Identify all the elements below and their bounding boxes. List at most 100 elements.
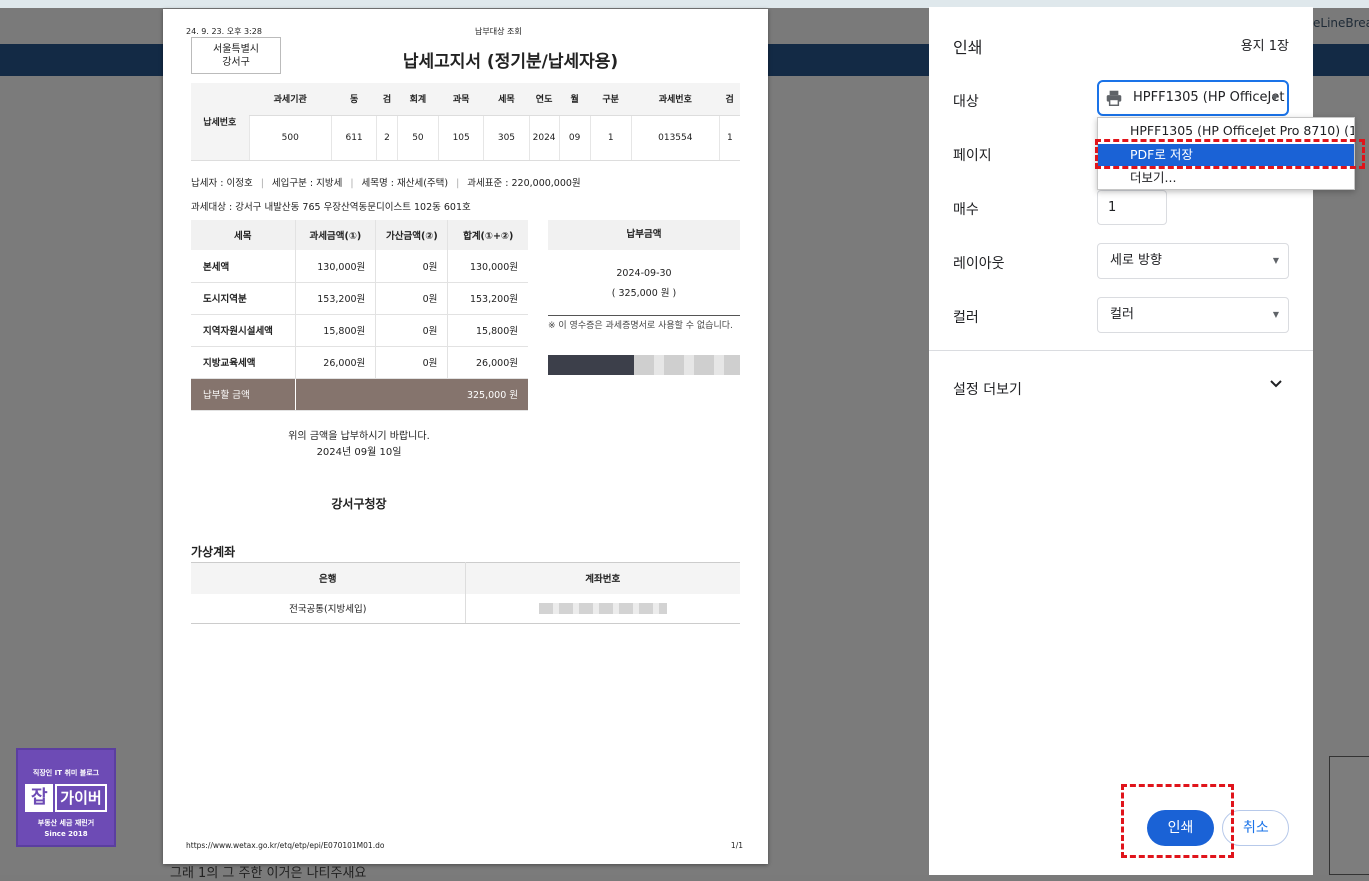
amount-row-label: 본세액 bbox=[191, 250, 295, 283]
table-row: 전국공통(지방세입) bbox=[191, 593, 740, 624]
total-value: 325,000 원 bbox=[295, 378, 528, 411]
more-settings-toggle[interactable]: 설정 더보기 bbox=[953, 379, 1022, 399]
issuer-signature: 강서구청장 bbox=[331, 497, 387, 511]
logo-tagline: 직장인 IT 취미 블로그 bbox=[32, 769, 100, 777]
tax-cell: 013554 bbox=[630, 115, 720, 161]
destination-value: HPFF1305 (HP OfficeJet bbox=[1133, 90, 1285, 105]
table-row: 도시지역분 153,200원 0원 153,200원 bbox=[191, 282, 528, 315]
print-preview-page: 24. 9. 23. 오후 3:28 납부대상 조회 서울특별시 강서구 납세고… bbox=[163, 9, 768, 864]
tax-number-table: 납세번호 과세기관 동 검 회계 과목 세목 연도 월 구분 과세번호 검 50… bbox=[191, 83, 740, 161]
layout-value: 세로 방향 bbox=[1110, 253, 1162, 268]
payment-amount: ( 325,000 원 ) bbox=[611, 288, 677, 299]
tax-cell: 611 bbox=[330, 115, 377, 161]
tax-cell: 500 bbox=[248, 115, 332, 161]
chevron-down-icon: ▼ bbox=[1271, 93, 1278, 102]
payment-message: 위의 금액을 납부하시기 바랍니다. 2024년 09월 10일 bbox=[163, 429, 555, 461]
amount-cell: 26,000원 bbox=[294, 346, 376, 379]
payment-head: 납부금액 bbox=[548, 220, 740, 250]
amount-cell: 26,000원 bbox=[447, 346, 528, 379]
payment-due-date: 2024-09-30 bbox=[616, 268, 672, 279]
chevron-down-icon: ▼ bbox=[1272, 310, 1279, 319]
tax-col-header: 검 bbox=[376, 83, 398, 116]
layout-select[interactable]: 세로 방향 ▼ bbox=[1097, 243, 1289, 279]
tax-col-header: 월 bbox=[559, 83, 591, 116]
copies-label: 매수 bbox=[953, 202, 979, 218]
amount-cell: 15,800원 bbox=[447, 314, 528, 347]
tax-col-header: 세목 bbox=[483, 83, 530, 116]
amount-cell: 0원 bbox=[375, 346, 448, 379]
layout-label: 레이아웃 bbox=[953, 256, 1005, 272]
tax-col-header: 검 bbox=[719, 83, 740, 116]
amount-cell: 15,800원 bbox=[294, 314, 376, 347]
payment-message-line: 위의 금액을 납부하시기 바랍니다. bbox=[288, 431, 430, 442]
account-number bbox=[464, 593, 740, 624]
tax-cell: 105 bbox=[438, 115, 484, 161]
copies-input[interactable]: 1 bbox=[1097, 190, 1167, 225]
amount-row-label: 도시지역분 bbox=[191, 282, 295, 315]
tax-col-header: 회계 bbox=[397, 83, 439, 116]
table-row: 지역자원시설세액 15,800원 0원 15,800원 bbox=[191, 314, 528, 347]
dialog-title: 인쇄 bbox=[953, 38, 983, 57]
tax-col-header: 동 bbox=[331, 83, 377, 116]
background-bottom-text: 그래 1의 그 주한 이거은 나티주새요 bbox=[170, 866, 367, 881]
blurred-account-number bbox=[538, 602, 667, 614]
taxpayer-name: 납세자 : 이정호 bbox=[191, 178, 253, 189]
pages-label: 페이지 bbox=[953, 148, 992, 164]
chevron-down-icon: ▼ bbox=[1272, 256, 1279, 265]
account-col-header: 계좌번호 bbox=[464, 562, 740, 594]
amount-col-header: 가산금액(②) bbox=[375, 220, 448, 250]
print-date: 24. 9. 23. 오후 3:28 bbox=[186, 27, 262, 36]
amount-col-header: 세목 bbox=[191, 220, 295, 250]
tax-cell: 305 bbox=[483, 115, 530, 161]
logo-since: Since 2018 bbox=[44, 830, 88, 838]
print-page-number: 1/1 bbox=[730, 841, 743, 850]
issue-date: 2024년 09월 10일 bbox=[316, 447, 402, 458]
tax-col-header: 구분 bbox=[590, 83, 632, 116]
payment-box: 납부금액 2024-09-30 ( 325,000 원 ) ※ 이 영수증은 과… bbox=[548, 220, 740, 375]
print-footer-url: https://www.wetax.go.kr/etq/etp/epi/E070… bbox=[186, 841, 385, 850]
tax-col-header: 과세번호 bbox=[631, 83, 720, 116]
background-panel bbox=[1329, 756, 1369, 875]
virtual-account-table: 은행 계좌번호 전국공통(지방세입) bbox=[191, 562, 740, 624]
destination-select[interactable]: HPFF1305 (HP OfficeJet ▼ bbox=[1097, 80, 1289, 116]
tax-base: 과세표준 : 220,000,000원 bbox=[467, 178, 581, 189]
highlight-print-button bbox=[1121, 784, 1234, 858]
tax-item-name: 세목명 : 재산세(주택) bbox=[361, 178, 449, 189]
color-label: 컬러 bbox=[953, 310, 979, 326]
tax-cell: 09 bbox=[558, 115, 591, 161]
printer-icon bbox=[1106, 90, 1122, 106]
print-header-title: 납부대상 조회 bbox=[475, 27, 522, 36]
logo-mark: 잡 가이버 bbox=[18, 784, 114, 812]
tax-cell: 2024 bbox=[528, 115, 560, 161]
tax-object: 과세대상 : 강서구 내발산동 765 우장산역동문디이스트 102동 601호 bbox=[191, 202, 471, 213]
amount-col-header: 과세금액(①) bbox=[294, 220, 376, 250]
tax-number-rowhead: 납세번호 bbox=[191, 83, 249, 161]
amount-cell: 130,000원 bbox=[294, 250, 376, 283]
taxpayer-info: 납세자 : 이정호 | 세입구분 : 지방세 | 세목명 : 재산세(주택) | 과세표준 … bbox=[191, 178, 581, 189]
menu-item-more[interactable]: 더보기... bbox=[1098, 167, 1354, 189]
tax-col-header: 과세기관 bbox=[249, 83, 332, 116]
amount-cell: 153,200원 bbox=[447, 282, 528, 315]
background-cut-text: eLineBreak bbox=[1313, 16, 1369, 30]
color-value: 컬러 bbox=[1110, 307, 1134, 322]
receipt-note: ※ 이 영수증은 과세증명서로 사용할 수 없습니다. bbox=[548, 321, 733, 331]
destination-label: 대상 bbox=[953, 94, 979, 110]
tax-col-header: 연도 bbox=[529, 83, 560, 116]
tax-cell: 1 bbox=[718, 115, 740, 161]
amount-cell: 0원 bbox=[375, 314, 448, 347]
tax-cell: 50 bbox=[396, 115, 439, 161]
document-title: 납세고지서 (정기분/납세자용) bbox=[402, 52, 619, 72]
bank-col-header: 은행 bbox=[191, 562, 465, 594]
expand-chevron-icon[interactable] bbox=[1269, 377, 1283, 391]
logo-jab: 잡 bbox=[25, 784, 54, 812]
blog-logo: 직장인 IT 취미 블로그 잡 가이버 부동산 세금 재린거 Since 201… bbox=[16, 748, 116, 847]
amount-cell: 130,000원 bbox=[447, 250, 528, 283]
color-select[interactable]: 컬러 ▼ bbox=[1097, 297, 1289, 333]
blurred-barcode bbox=[548, 355, 740, 375]
amount-row-label: 지방교육세액 bbox=[191, 346, 295, 379]
tax-col-header: 과목 bbox=[438, 83, 484, 116]
total-row: 납부할 금액 325,000 원 bbox=[191, 378, 528, 411]
logo-gaiber: 가이버 bbox=[55, 784, 107, 812]
logo-subtitle: 부동산 세금 재린거 bbox=[37, 819, 95, 827]
table-row: 지방교육세액 26,000원 0원 26,000원 bbox=[191, 346, 528, 379]
